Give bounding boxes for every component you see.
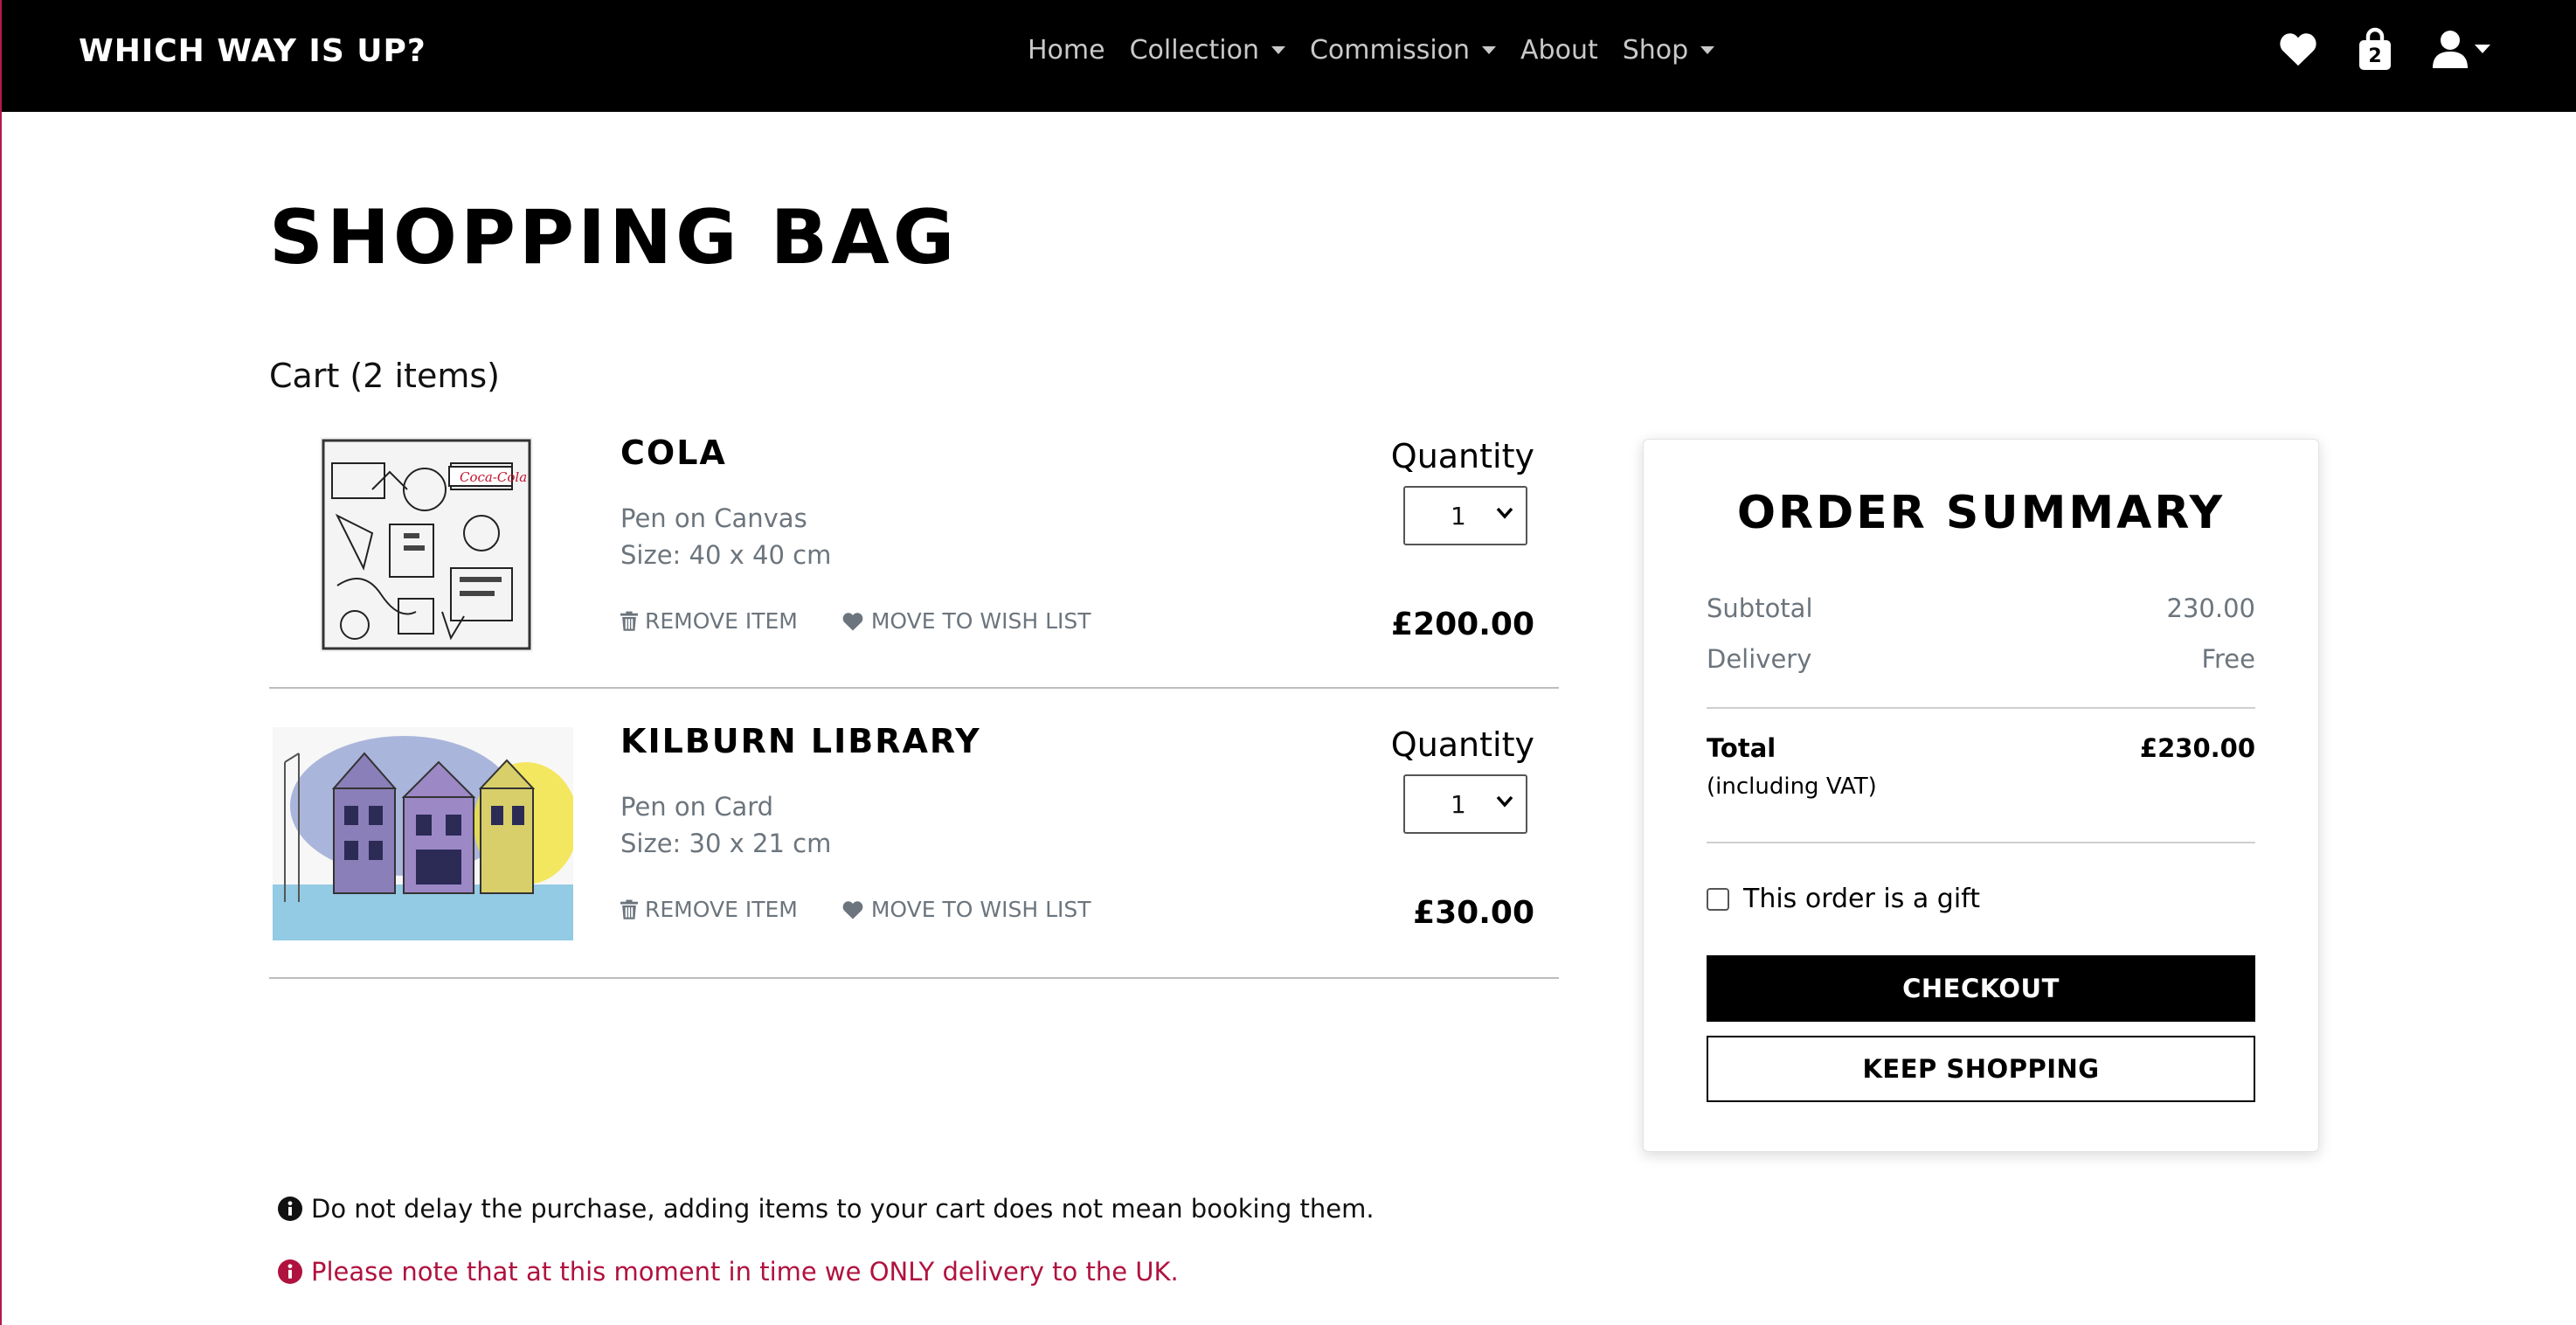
nav-home-label: Home (1028, 35, 1105, 66)
chevron-down-icon (1496, 507, 1513, 519)
remove-item-button[interactable]: REMOVE ITEM (620, 897, 798, 922)
vat-note: (including VAT) (1707, 773, 1877, 800)
shopping-bag-icon[interactable]: 2 (2358, 26, 2392, 72)
product-thumbnail-cola[interactable]: Coca-Cola (320, 437, 533, 652)
trash-icon (620, 899, 638, 919)
warning-note: Please note that at this moment in time … (278, 1257, 1179, 1287)
order-summary-card: ORDER SUMMARY Subtotal 230.00 Delivery F… (1643, 439, 2319, 1152)
move-to-wishlist-button[interactable]: MOVE TO WISH LIST (841, 608, 1091, 634)
info-icon (278, 1259, 302, 1284)
chevron-down-icon (1700, 46, 1715, 54)
item-actions: REMOVE ITEM MOVE TO WISH LIST (620, 897, 1091, 922)
nav-about[interactable]: About (1520, 35, 1598, 66)
total-label: Total (1707, 733, 1776, 763)
order-summary-title: ORDER SUMMARY (1736, 487, 2226, 539)
cart-count: Cart (2 items) (269, 357, 500, 395)
info-icon (278, 1197, 302, 1221)
nav-collection[interactable]: Collection (1130, 35, 1285, 66)
product-name[interactable]: COLA (620, 434, 727, 472)
nav-collection-label: Collection (1129, 35, 1259, 66)
divider (1707, 842, 2255, 843)
delivery-value: Free (2201, 644, 2255, 674)
remove-item-label: REMOVE ITEM (645, 897, 798, 922)
main-nav: Home Collection Commission About Shop (1028, 35, 1739, 66)
total-value: £230.00 (2139, 733, 2255, 763)
item-price: £30.00 (1413, 895, 1534, 931)
navbar: WHICH WAY IS UP? Home Collection Commiss… (2, 0, 2576, 112)
info-note: Do not delay the purchase, adding items … (278, 1194, 1375, 1224)
total-row: Total £230.00 (1707, 733, 2255, 763)
move-to-wishlist-label: MOVE TO WISH LIST (870, 608, 1091, 634)
quantity-select[interactable]: 1 (1403, 774, 1527, 834)
svg-text:Coca-Cola: Coca-Cola (460, 469, 527, 485)
bag-count-badge: 2 (2368, 45, 2382, 67)
heart-icon (842, 900, 863, 919)
cart-item: KILBURN LIBRARY Pen on Card Size: 30 x 2… (269, 715, 1559, 979)
chevron-down-icon (1271, 46, 1285, 54)
item-price: £200.00 (1391, 607, 1534, 642)
user-icon (2433, 31, 2468, 68)
move-to-wishlist-label: MOVE TO WISH LIST (870, 897, 1091, 922)
trash-icon (620, 611, 638, 631)
divider (1707, 707, 2255, 709)
gift-label[interactable]: This order is a gift (1743, 884, 1980, 914)
chevron-down-icon (1482, 46, 1497, 54)
nav-commission-label: Commission (1309, 35, 1471, 66)
subtotal-value: 230.00 (2166, 593, 2255, 623)
chevron-down-icon (2475, 45, 2490, 53)
nav-commission[interactable]: Commission (1309, 35, 1497, 66)
nav-home[interactable]: Home (1028, 35, 1105, 66)
heart-icon[interactable] (2279, 31, 2317, 66)
delivery-row: Delivery Free (1707, 644, 2255, 674)
product-name[interactable]: KILBURN LIBRARY (620, 722, 981, 760)
product-size: Size: 40 x 40 cm (620, 540, 832, 570)
subtotal-row: Subtotal 230.00 (1707, 593, 2255, 623)
move-to-wishlist-button[interactable]: MOVE TO WISH LIST (841, 897, 1091, 922)
nav-about-label: About (1520, 35, 1598, 66)
cart-item: Coca-Cola COLA Pen on Canvas Size: 40 x … (269, 427, 1559, 689)
chevron-down-icon (1496, 795, 1513, 808)
info-note-text: Do not delay the purchase, adding items … (311, 1194, 1375, 1224)
quantity-value: 1 (1451, 790, 1466, 819)
quantity-value: 1 (1451, 502, 1466, 531)
product-thumbnail-kilburn-library[interactable] (273, 727, 573, 940)
nav-icons: 2 (2279, 26, 2490, 72)
quantity-label: Quantity (1390, 437, 1534, 475)
gift-checkbox[interactable] (1707, 887, 1729, 911)
warning-note-text: Please note that at this moment in time … (311, 1257, 1179, 1287)
subtotal-label: Subtotal (1707, 593, 1813, 623)
nav-shop-label: Shop (1622, 35, 1689, 66)
quantity-select[interactable]: 1 (1403, 486, 1527, 545)
gift-option: This order is a gift (1707, 884, 1980, 914)
delivery-label: Delivery (1707, 644, 1812, 674)
product-size: Size: 30 x 21 cm (620, 829, 832, 858)
checkout-button[interactable]: CHECKOUT (1707, 955, 2255, 1022)
product-medium: Pen on Card (620, 792, 774, 822)
keep-shopping-button[interactable]: KEEP SHOPPING (1707, 1036, 2255, 1102)
page-title: SHOPPING BAG (269, 194, 959, 281)
account-menu[interactable] (2433, 30, 2490, 68)
heart-icon (842, 612, 863, 630)
item-actions: REMOVE ITEM MOVE TO WISH LIST (620, 608, 1091, 634)
remove-item-button[interactable]: REMOVE ITEM (620, 608, 798, 634)
remove-item-label: REMOVE ITEM (645, 608, 798, 634)
nav-shop[interactable]: Shop (1622, 35, 1715, 66)
brand-logo[interactable]: WHICH WAY IS UP? (79, 33, 426, 69)
quantity-label: Quantity (1390, 725, 1534, 764)
product-medium: Pen on Canvas (620, 503, 807, 533)
